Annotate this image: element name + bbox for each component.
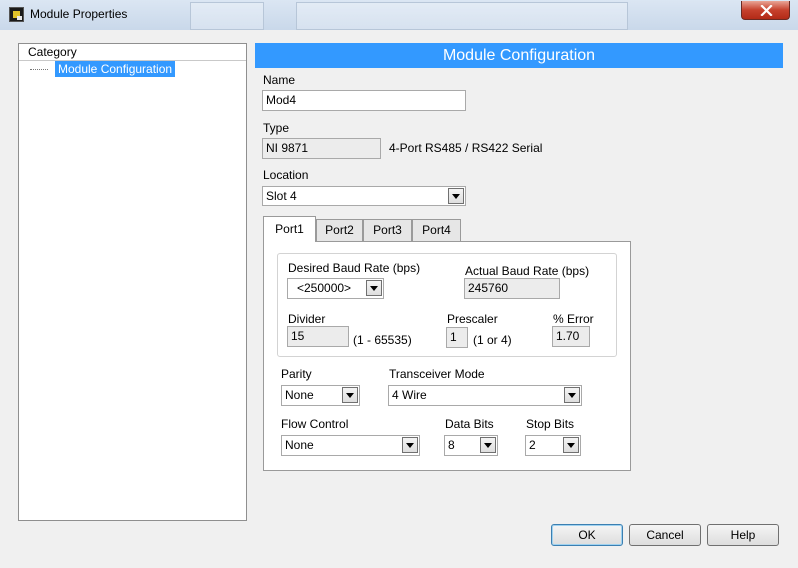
desired-baud-value: <250000>: [297, 281, 352, 295]
data-bits-select[interactable]: 8: [444, 435, 498, 456]
module-properties-dialog: Module Properties Category Module Config…: [0, 0, 798, 568]
divider-range: (1 - 65535): [353, 333, 412, 347]
tab-port4[interactable]: Port4: [412, 219, 461, 241]
divider-value: 15: [291, 329, 305, 343]
flow-control-value: None: [285, 438, 314, 452]
data-bits-label: Data Bits: [445, 417, 494, 431]
window-title: Module Properties: [30, 7, 128, 21]
flow-control-select[interactable]: None: [281, 435, 420, 456]
parity-select[interactable]: None: [281, 385, 360, 406]
location-label: Location: [263, 168, 309, 182]
category-header-label: Category: [28, 45, 77, 59]
error-label: % Error: [553, 312, 594, 326]
tab-label: Port2: [325, 223, 354, 237]
actual-baud-field: 245760: [464, 278, 560, 299]
chevron-down-icon[interactable]: [402, 437, 418, 453]
ok-button[interactable]: OK: [551, 524, 623, 546]
labview-app-icon: [9, 7, 24, 22]
title-bar[interactable]: Module Properties: [0, 0, 798, 30]
prescaler-field: 1: [446, 327, 468, 348]
desired-baud-label: Desired Baud Rate (bps): [288, 261, 421, 275]
close-icon: [760, 5, 773, 16]
stop-bits-label: Stop Bits: [526, 417, 575, 431]
chevron-down-icon[interactable]: [563, 437, 579, 453]
ok-button-label: OK: [578, 528, 596, 542]
chevron-down-icon[interactable]: [366, 280, 382, 296]
type-label: Type: [263, 121, 290, 135]
prescaler-range: (1 or 4): [473, 333, 512, 347]
transceiver-select[interactable]: 4 Wire: [388, 385, 582, 406]
tree-item-module-configuration[interactable]: Module Configuration: [55, 61, 176, 77]
transceiver-value: 4 Wire: [392, 388, 427, 402]
tab-port3[interactable]: Port3: [363, 219, 412, 241]
section-title: Module Configuration: [255, 43, 783, 68]
close-button[interactable]: [741, 1, 790, 20]
actual-baud-label: Actual Baud Rate (bps): [465, 264, 590, 278]
chevron-down-icon[interactable]: [448, 188, 464, 204]
divider-label: Divider: [288, 312, 326, 326]
cancel-button[interactable]: Cancel: [629, 524, 701, 546]
tab-port1[interactable]: Port1: [263, 216, 316, 242]
flow-control-label: Flow Control: [281, 417, 349, 431]
location-value: Slot 4: [266, 189, 297, 203]
prescaler-label: Prescaler: [447, 312, 498, 326]
help-button[interactable]: Help: [707, 524, 779, 546]
category-header: Category: [19, 44, 246, 61]
type-description: 4-Port RS485 / RS422 Serial: [389, 141, 543, 155]
stop-bits-select[interactable]: 2: [525, 435, 581, 456]
location-select[interactable]: Slot 4: [262, 186, 466, 206]
divider-field: 15: [287, 326, 349, 347]
desired-baud-select[interactable]: <250000>: [287, 278, 384, 299]
chevron-down-icon[interactable]: [342, 387, 358, 403]
error-value: 1.70: [556, 329, 580, 343]
name-value: Mod4: [266, 93, 297, 107]
error-field: 1.70: [552, 326, 590, 347]
tab-label: Port4: [422, 223, 451, 237]
tab-label: Port1: [275, 222, 304, 236]
name-field[interactable]: Mod4: [262, 90, 466, 111]
tab-port2[interactable]: Port2: [316, 219, 363, 241]
category-tree[interactable]: Category Module Configuration: [18, 43, 247, 521]
parity-label: Parity: [281, 367, 312, 381]
data-bits-value: 8: [448, 438, 455, 452]
help-button-label: Help: [730, 528, 756, 542]
type-value: NI 9871: [266, 141, 309, 155]
name-label: Name: [263, 73, 296, 87]
prescaler-value: 1: [450, 330, 457, 344]
stop-bits-value: 2: [529, 438, 536, 452]
cancel-button-label: Cancel: [646, 528, 684, 542]
chevron-down-icon[interactable]: [564, 387, 580, 403]
actual-baud-value: 245760: [468, 281, 509, 295]
transceiver-label: Transceiver Mode: [389, 367, 485, 381]
tree-connector: [30, 69, 48, 70]
chevron-down-icon[interactable]: [480, 437, 496, 453]
type-field: NI 9871: [262, 138, 381, 159]
parity-value: None: [285, 388, 314, 402]
tab-label: Port3: [373, 223, 402, 237]
background-window-edge: [190, 2, 264, 30]
background-window-edge: [296, 2, 628, 30]
